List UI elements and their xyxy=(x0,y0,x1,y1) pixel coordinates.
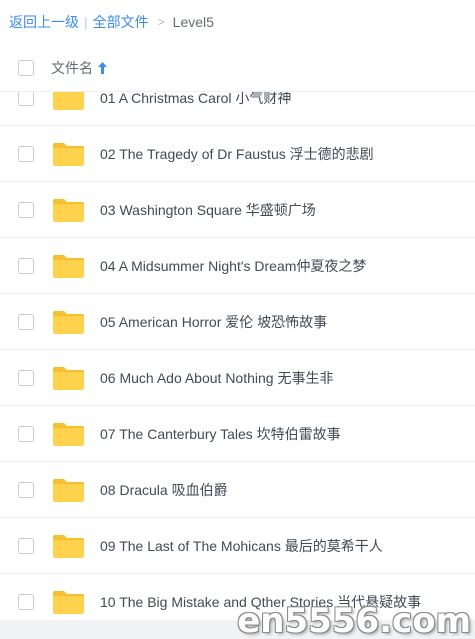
folder-icon xyxy=(53,535,84,558)
folder-icon xyxy=(53,143,84,166)
folder-icon xyxy=(53,423,84,446)
file-name[interactable]: 05 American Horror 爱伦 坡恐怖故事 xyxy=(100,312,327,332)
back-link[interactable]: 返回上一级 xyxy=(9,12,79,32)
file-row[interactable]: 02 The Tragedy of Dr Faustus 浮士德的悲剧 xyxy=(0,126,475,182)
file-row[interactable]: 07 The Canterbury Tales 坎特伯雷故事 xyxy=(0,406,475,462)
file-name[interactable]: 02 The Tragedy of Dr Faustus 浮士德的悲剧 xyxy=(100,144,374,164)
file-list: 01 A Christmas Carol 小气财神 02 The Tragedy … xyxy=(0,70,475,630)
list-header: 文件名 xyxy=(0,44,475,92)
row-checkbox[interactable] xyxy=(18,538,34,554)
row-checkbox[interactable] xyxy=(18,370,34,386)
file-row[interactable]: 06 Much Ado About Nothing 无事生非 xyxy=(0,350,475,406)
folder-icon xyxy=(53,311,84,334)
file-row[interactable]: 04 A Midsummer Night's Dream仲夏夜之梦 xyxy=(0,238,475,294)
folder-icon xyxy=(53,479,84,502)
row-checkbox[interactable] xyxy=(18,90,34,106)
file-name[interactable]: 09 The Last of The Mohicans 最后的莫希干人 xyxy=(100,536,383,556)
file-name[interactable]: 07 The Canterbury Tales 坎特伯雷故事 xyxy=(100,424,341,444)
row-checkbox[interactable] xyxy=(18,482,34,498)
select-all-checkbox[interactable] xyxy=(18,60,34,76)
row-checkbox[interactable] xyxy=(18,146,34,162)
filename-column-label: 文件名 xyxy=(51,59,93,76)
row-checkbox[interactable] xyxy=(18,426,34,442)
file-row[interactable]: 09 The Last of The Mohicans 最后的莫希干人 xyxy=(0,518,475,574)
file-row[interactable]: 08 Dracula 吸血伯爵 xyxy=(0,462,475,518)
breadcrumb-arrow-icon: > xyxy=(157,15,165,29)
filename-column-header[interactable]: 文件名 xyxy=(51,58,108,78)
file-browser: 返回上一级 | 全部文件 > Level5 文件名 01 A Christmas… xyxy=(0,0,475,639)
folder-icon xyxy=(53,591,84,614)
row-checkbox[interactable] xyxy=(18,314,34,330)
file-row[interactable]: 03 Washington Square 华盛顿广场 xyxy=(0,182,475,238)
breadcrumb-separator: | xyxy=(84,14,88,30)
row-checkbox[interactable] xyxy=(18,594,34,610)
row-checkbox[interactable] xyxy=(18,202,34,218)
sort-ascending-icon xyxy=(98,61,107,74)
folder-icon xyxy=(53,199,84,222)
breadcrumb: 返回上一级 | 全部文件 > Level5 xyxy=(0,0,475,44)
file-name[interactable]: 06 Much Ado About Nothing 无事生非 xyxy=(100,368,333,388)
file-name[interactable]: 04 A Midsummer Night's Dream仲夏夜之梦 xyxy=(100,256,366,276)
all-files-link[interactable]: 全部文件 xyxy=(93,12,149,32)
folder-icon xyxy=(53,367,84,390)
bottom-bar xyxy=(0,620,475,639)
file-name[interactable]: 10 The Big Mistake and Qther Stories 当代悬… xyxy=(100,592,421,612)
file-name[interactable]: 03 Washington Square 华盛顿广场 xyxy=(100,200,316,220)
file-row[interactable]: 05 American Horror 爱伦 坡恐怖故事 xyxy=(0,294,475,350)
folder-icon xyxy=(53,255,84,278)
current-folder-label: Level5 xyxy=(172,14,214,30)
file-name[interactable]: 08 Dracula 吸血伯爵 xyxy=(100,480,228,500)
row-checkbox[interactable] xyxy=(18,258,34,274)
